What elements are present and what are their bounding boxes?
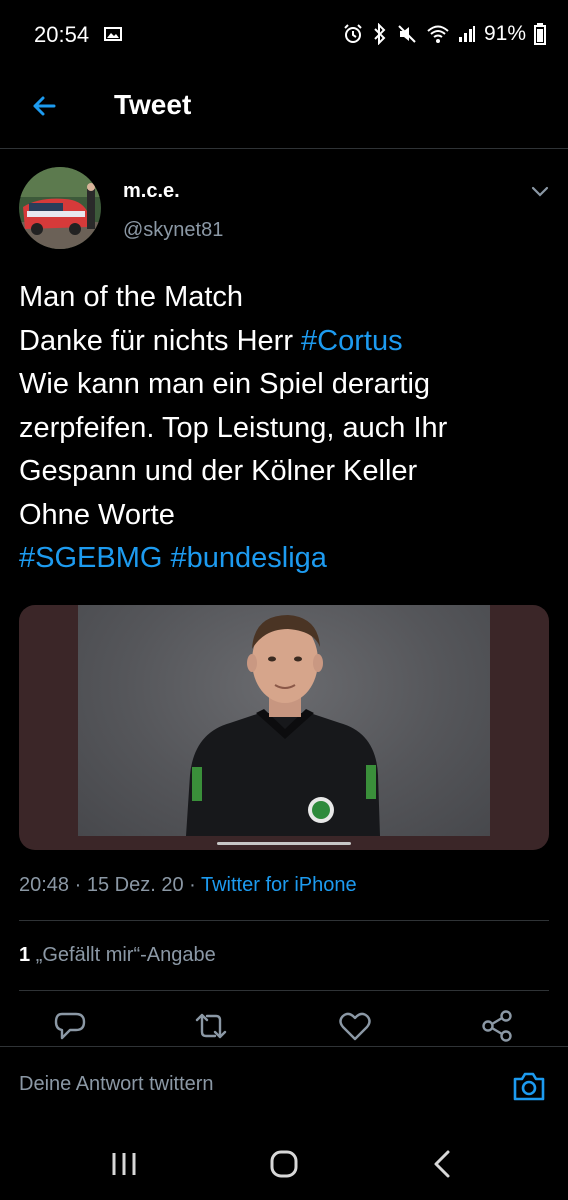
tweet-line: Gespann und der Kölner Keller xyxy=(19,455,418,487)
alarm-icon xyxy=(344,24,362,43)
share-icon[interactable] xyxy=(479,1008,515,1044)
recent-apps-icon[interactable] xyxy=(104,1144,144,1184)
tweet-line: #SGEBMG #bundesliga xyxy=(19,537,554,581)
meta-separator: · xyxy=(183,874,201,896)
system-nav-bar xyxy=(0,1124,568,1200)
author-name[interactable]: m.c.e. xyxy=(123,180,180,203)
tweet-line: Ohne Worte xyxy=(19,498,175,531)
back-icon[interactable] xyxy=(424,1144,464,1184)
hashtag-link[interactable]: #Cortus xyxy=(301,325,403,357)
battery-icon xyxy=(534,23,546,45)
tweet-source-link[interactable]: Twitter for iPhone xyxy=(201,874,357,896)
like-icon[interactable] xyxy=(337,1008,373,1044)
media-scroll-indicator xyxy=(217,842,351,845)
tweet-date: 15 Dez. 20 xyxy=(86,874,184,896)
signal-icon xyxy=(458,26,475,42)
avatar-image xyxy=(19,167,101,249)
author-handle[interactable]: @skynet81 xyxy=(123,219,223,242)
likes-count[interactable]: 1 „Gefällt mir“-Angabe xyxy=(19,944,216,967)
tweet-line: Danke für nichts Herr #Cortus xyxy=(19,320,554,364)
page-title: Tweet xyxy=(114,89,192,120)
tweet-line: zerpfeifen. Top Leistung, auch Ihr xyxy=(19,411,448,444)
image-icon xyxy=(104,27,122,41)
divider xyxy=(19,920,549,921)
retweet-icon[interactable] xyxy=(193,1008,229,1044)
tweet-media[interactable] xyxy=(19,605,549,850)
hashtag-link[interactable]: #bundesliga xyxy=(171,542,327,574)
avatar[interactable] xyxy=(19,167,101,249)
reply-icon[interactable] xyxy=(52,1008,88,1044)
tweet-text: Man of the Match Danke für nichts Herr #… xyxy=(19,276,554,581)
top-app-bar: Tweet xyxy=(0,72,568,149)
camera-icon[interactable] xyxy=(510,1067,548,1105)
reply-input[interactable]: Deine Antwort twittern xyxy=(19,1073,214,1096)
back-arrow-icon[interactable] xyxy=(28,90,60,122)
photo-illustration xyxy=(186,615,380,836)
status-bar: 20:54 91% xyxy=(0,0,568,72)
battery-percent: 91% xyxy=(483,22,526,45)
home-icon[interactable] xyxy=(264,1144,304,1184)
hashtag-link[interactable]: #SGEBMG xyxy=(19,542,162,574)
divider xyxy=(19,990,549,991)
meta-separator: · xyxy=(69,874,87,896)
reply-composer: Deine Antwort twittern xyxy=(0,1046,568,1125)
tweet-time: 20:48 xyxy=(19,874,70,896)
status-icons: 91% xyxy=(342,20,546,48)
chevron-down-icon[interactable] xyxy=(529,180,551,202)
likes-label: „Gefällt mir“-Angabe xyxy=(35,944,216,966)
tweet-timestamp: 20:48 · 15 Dez. 20 · Twitter for iPhone xyxy=(19,874,357,897)
tweet-actions xyxy=(0,1008,568,1048)
likes-number: 1 xyxy=(19,944,31,966)
tweet-text-segment: Danke für nichts Herr xyxy=(19,324,302,357)
wifi-icon xyxy=(427,25,449,43)
tweet-line: Wie kann man ein Spiel derartig xyxy=(19,368,431,400)
referee-photo xyxy=(78,605,490,836)
bluetooth-icon xyxy=(374,23,386,45)
status-time: 20:54 xyxy=(34,22,90,47)
tweet-line: Man of the Match xyxy=(19,281,244,313)
mute-icon xyxy=(398,25,416,43)
